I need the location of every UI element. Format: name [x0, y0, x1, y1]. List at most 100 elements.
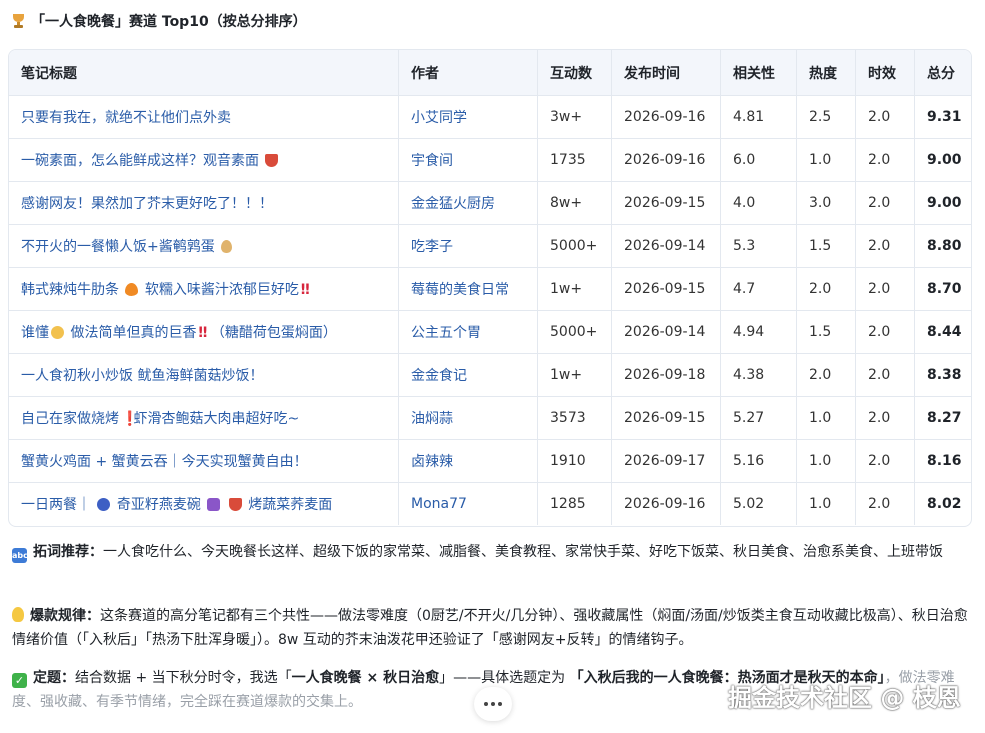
keywords-paragraph: abc 拓词推荐：一人食吃什么、今天晚餐长这样、超级下饭的家常菜、减脂餐、美食教程… [12, 540, 972, 564]
author-link[interactable]: 卤辣辣 [398, 439, 538, 483]
total-cell: 8.27 [914, 396, 971, 440]
col-header-author: 作者 [398, 50, 538, 96]
relevance-cell: 4.81 [720, 95, 797, 139]
total-cell: 9.00 [914, 181, 971, 225]
decision-text-a: 结合数据 + 当下秋分时令，我选「 [75, 670, 292, 686]
note-title-link[interactable]: 感谢网友！果然加了芥末更好吃了！！！ [9, 181, 399, 225]
interactions-cell: 5000+ [537, 224, 612, 268]
note-title-link[interactable]: 韩式辣炖牛肋条 软糯入味酱汁浓郁巨好吃 ‼ [9, 267, 399, 311]
table-row: 蟹黄火鸡面 + 蟹黄云吞｜今天实现蟹黄自由！ 卤辣辣 1910 2026-09-… [9, 439, 971, 483]
rules-text: 这条赛道的高分笔记都有三个共性——做法零难度（0厨艺/不开火/几分钟）、强收藏属… [12, 608, 968, 648]
exclamation-emoji-icon: ‼ [300, 282, 310, 298]
keywords-text: 一人食吃什么、今天晚餐长这样、超级下饭的家常菜、减脂餐、美食教程、家常快手菜、好… [103, 544, 943, 560]
table-header-row: 笔记标题 作者 互动数 发布时间 相关性 热度 时效 总分 [9, 50, 971, 96]
decision-label: 定题： [33, 670, 75, 686]
date-cell: 2026-09-16 [611, 138, 721, 182]
watermark: 掘金技术社区 @ 枝恩 [728, 684, 961, 712]
bowl-emoji-icon [228, 498, 242, 511]
note-title-link[interactable]: 一日两餐｜ 奇亚籽燕麦碗 烤蔬菜荞麦面 [9, 482, 399, 525]
face-emoji-icon [51, 326, 64, 339]
author-link[interactable]: 油焖蒜 [398, 396, 538, 440]
total-cell: 8.80 [914, 224, 971, 268]
interactions-cell: 1910 [537, 439, 612, 483]
relevance-cell: 4.94 [720, 310, 797, 354]
heat-cell: 2.5 [796, 95, 856, 139]
date-cell: 2026-09-15 [611, 396, 721, 440]
col-header-interactions: 互动数 [537, 50, 612, 96]
date-cell: 2026-09-16 [611, 95, 721, 139]
table-row: 不开火的一餐懒人饭+酱鹌鹑蛋 吃李子 5000+ 2026-09-14 5.3 … [9, 224, 971, 268]
interactions-cell: 1735 [537, 138, 612, 182]
ranking-table: 笔记标题 作者 互动数 发布时间 相关性 热度 时效 总分 只要有我在，就绝不让… [8, 49, 972, 527]
author-link[interactable]: 金金食记 [398, 353, 538, 397]
trophy-icon [12, 13, 25, 29]
author-link[interactable]: 莓莓的美食日常 [398, 267, 538, 311]
timeliness-cell: 2.0 [855, 396, 915, 440]
blueberry-emoji-icon [97, 498, 111, 511]
timeliness-cell: 2.0 [855, 353, 915, 397]
author-link[interactable]: 金金猛火厨房 [398, 181, 538, 225]
interactions-cell: 1w+ [537, 353, 612, 397]
interactions-cell: 3w+ [537, 95, 612, 139]
interactions-cell: 3573 [537, 396, 612, 440]
timeliness-cell: 2.0 [855, 138, 915, 182]
date-cell: 2026-09-14 [611, 224, 721, 268]
relevance-cell: 6.0 [720, 138, 797, 182]
total-cell: 8.44 [914, 310, 971, 354]
note-title-link[interactable]: 一碗素面，怎么能鲜成这样？观音素面 [9, 138, 399, 182]
relevance-cell: 5.02 [720, 482, 797, 525]
table-row: 感谢网友！果然加了芥末更好吃了！！！ 金金猛火厨房 8w+ 2026-09-15… [9, 181, 971, 225]
interactions-cell: 1285 [537, 482, 612, 525]
note-title-link[interactable]: 蟹黄火鸡面 + 蟹黄云吞｜今天实现蟹黄自由！ [9, 439, 399, 483]
table-row: 韩式辣炖牛肋条 软糯入味酱汁浓郁巨好吃 ‼ 莓莓的美食日常 1w+ 2026-09… [9, 267, 971, 311]
heat-cell: 1.5 [796, 310, 856, 354]
total-cell: 9.00 [914, 138, 971, 182]
date-cell: 2026-09-16 [611, 482, 721, 525]
egg-emoji-icon [221, 240, 233, 253]
timeliness-cell: 2.0 [855, 267, 915, 311]
note-title-link[interactable]: 谁懂 做法简单但真的巨香 ‼ （糖醋荷包蛋焖面） [9, 310, 399, 354]
table-row: 一日两餐｜ 奇亚籽燕麦碗 烤蔬菜荞麦面 Mona77 1285 2026-09-… [9, 482, 971, 525]
lightbulb-icon [12, 607, 24, 622]
note-title-link[interactable]: 自己在家做烧烤 ❗ 虾滑杏鲍菇大肉串超好吃~ [9, 396, 399, 440]
interactions-cell: 5000+ [537, 310, 612, 354]
section-title: 「一人食晚餐」赛道 Top10（按总分排序） [12, 11, 307, 31]
heat-cell: 1.0 [796, 396, 856, 440]
exclamation-emoji-icon: ❗ [121, 411, 139, 427]
table-row: 自己在家做烧烤 ❗ 虾滑杏鲍菇大肉串超好吃~ 油焖蒜 3573 2026-09-1… [9, 396, 971, 440]
note-title-link[interactable]: 不开火的一餐懒人饭+酱鹌鹑蛋 [9, 224, 399, 268]
total-cell: 8.16 [914, 439, 971, 483]
check-icon: ✓ [12, 673, 27, 688]
bowl-emoji-icon [265, 154, 279, 167]
interactions-cell: 8w+ [537, 181, 612, 225]
col-header-relevance: 相关性 [720, 50, 797, 96]
heat-cell: 1.0 [796, 439, 856, 483]
plus-emoji-icon [207, 498, 221, 511]
author-link[interactable]: 小艾同学 [398, 95, 538, 139]
table-row: 只要有我在，就绝不让他们点外卖 小艾同学 3w+ 2026-09-16 4.81… [9, 95, 971, 139]
heat-cell: 1.0 [796, 482, 856, 525]
author-link[interactable]: 公主五个胃 [398, 310, 538, 354]
date-cell: 2026-09-18 [611, 353, 721, 397]
author-link[interactable]: Mona77 [398, 482, 538, 525]
col-header-heat: 热度 [796, 50, 856, 96]
interactions-cell: 1w+ [537, 267, 612, 311]
note-title-link[interactable]: 一人食初秋小炒饭 鱿鱼海鲜菌菇炒饭！ [9, 353, 399, 397]
decision-text-b: 」——具体选题定为 [439, 670, 570, 686]
more-options-button[interactable] [474, 687, 512, 721]
exclamation-emoji-icon: ‼ [198, 325, 208, 341]
author-link[interactable]: 宇食间 [398, 138, 538, 182]
heat-cell: 1.0 [796, 138, 856, 182]
table-row: 一人食初秋小炒饭 鱿鱼海鲜菌菇炒饭！ 金金食记 1w+ 2026-09-18 4… [9, 353, 971, 397]
note-title-link[interactable]: 只要有我在，就绝不让他们点外卖 [9, 95, 399, 139]
decision-highlight-a: 一人食晚餐 × 秋日治愈 [291, 670, 440, 686]
date-cell: 2026-09-15 [611, 181, 721, 225]
relevance-cell: 4.0 [720, 181, 797, 225]
timeliness-cell: 2.0 [855, 95, 915, 139]
author-link[interactable]: 吃李子 [398, 224, 538, 268]
relevance-cell: 5.27 [720, 396, 797, 440]
relevance-cell: 5.16 [720, 439, 797, 483]
relevance-cell: 5.3 [720, 224, 797, 268]
timeliness-cell: 2.0 [855, 439, 915, 483]
total-cell: 8.38 [914, 353, 971, 397]
